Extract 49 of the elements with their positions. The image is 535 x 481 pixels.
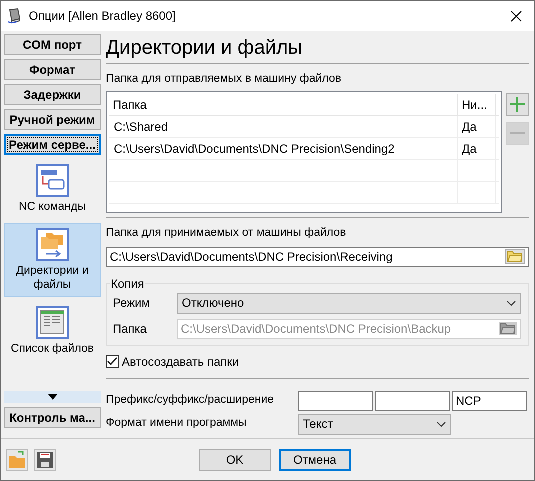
window-title: Опции [Allen Bradley 8600] [29, 8, 177, 25]
section-label: Папка для принимаемых от машины файлов [106, 226, 348, 242]
table-cell-text: Да [462, 140, 477, 158]
chevron-down-icon [507, 300, 516, 306]
mode-select[interactable]: Отключено [177, 292, 521, 314]
dialog-button[interactable]: Отмена [279, 448, 351, 470]
page-heading: Директории и файлы [106, 31, 529, 64]
folder-icon [500, 322, 516, 335]
sidebar-button[interactable]: COM порт [4, 34, 101, 55]
sidebar-item[interactable]: Список файлов [4, 301, 101, 361]
plus-icon [510, 97, 525, 112]
autocreate-checkbox[interactable]: Автосоздавать папки [106, 352, 529, 370]
field-label: Префикс/суффикс/расширение [106, 392, 276, 408]
folder-icon [507, 250, 523, 263]
sidebar-button[interactable]: Ручной режим [4, 109, 101, 130]
folders-icon [36, 228, 69, 261]
field-label: Папка [112, 320, 148, 338]
sidebar-button[interactable]: Формат [4, 59, 101, 80]
column-header[interactable]: Ни... [458, 94, 496, 116]
close-icon[interactable] [511, 10, 522, 22]
receive-folder-field[interactable]: C:\Users\David\Documents\DNC Precision\Receiving [106, 246, 529, 266]
minus-icon [510, 132, 525, 136]
book-icon [7, 8, 23, 24]
section-label: Папка для отправляемых в машину файлов [106, 72, 343, 87]
table-cell-text: Да [462, 118, 477, 136]
suffix-field[interactable] [375, 390, 450, 410]
chevron-down-icon [437, 422, 446, 426]
field-label: Режим [112, 295, 151, 312]
check-icon [107, 357, 118, 366]
name-format-select[interactable]: Текст [298, 414, 451, 434]
flow-chart-icon [36, 164, 69, 197]
sidebar-item[interactable]: Директории и файлы [4, 223, 101, 297]
table-icon [36, 306, 69, 339]
save-icon[interactable] [34, 448, 56, 470]
sidebar-button[interactable]: Задержки [4, 84, 101, 105]
sidebar-button[interactable]: Контроль ма... [4, 407, 101, 428]
column-header[interactable]: Папка [109, 94, 458, 116]
table-cell-text: C:\Users\David\Documents\DNC Precision\Sending2 [114, 140, 395, 158]
scroll-down-bar[interactable] [4, 391, 101, 403]
field-label: Формат имени программы [106, 416, 248, 432]
triangle-down-icon [48, 394, 58, 400]
table-cell-text: C:\Shared [114, 118, 168, 136]
sidebar-item[interactable]: NC команды [4, 159, 101, 219]
dialog-button[interactable]: OK [199, 448, 271, 470]
prefix-field[interactable] [298, 390, 373, 410]
extension-field[interactable]: NCP [452, 390, 527, 410]
group-legend: Копия [110, 274, 146, 292]
add-button[interactable] [506, 93, 529, 116]
sidebar-button[interactable]: Режим серве... [4, 134, 101, 155]
